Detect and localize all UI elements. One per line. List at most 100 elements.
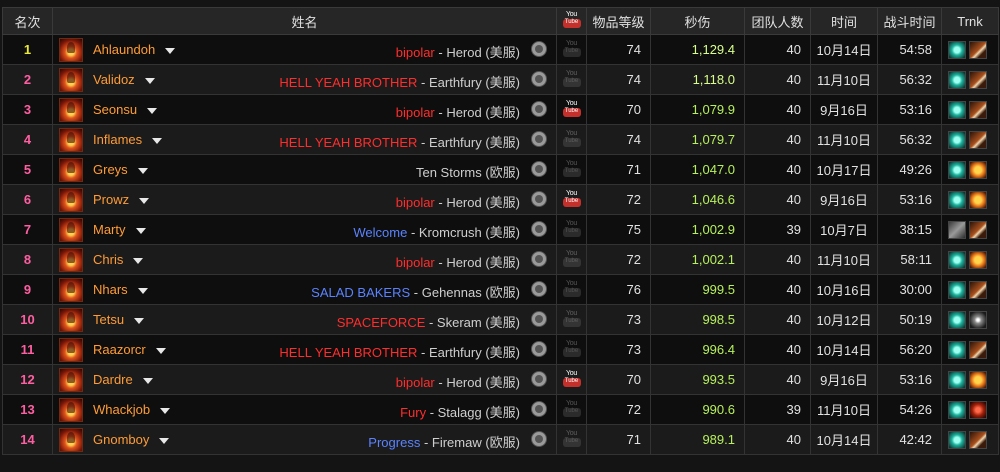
armory-icon[interactable] [531,191,547,207]
player-name[interactable]: Whackjob [93,402,171,417]
guild-name[interactable]: bipolar [396,195,435,210]
trinket-teal-icon[interactable] [948,100,966,119]
chevron-down-icon[interactable] [144,77,155,84]
fire-mage-spec-icon[interactable] [59,38,83,62]
guild-name[interactable]: SALAD BAKERS [311,285,410,300]
fire-mage-spec-icon[interactable] [59,98,83,122]
youtube-icon[interactable]: You Tube [562,370,581,390]
fire-mage-spec-icon[interactable] [59,158,83,182]
trinket-claw-icon[interactable] [969,280,987,299]
fire-mage-spec-icon[interactable] [59,308,83,332]
chevron-down-icon[interactable] [142,377,153,384]
header-trinkets[interactable]: Trnk [941,7,999,35]
armory-icon[interactable] [531,161,547,177]
header-youtube[interactable]: You Tube [556,7,587,35]
player-name[interactable]: Dardre [93,372,153,387]
trinket-claw-icon[interactable] [969,430,987,449]
trinket-red-icon[interactable] [969,400,987,419]
chevron-down-icon[interactable] [147,107,158,114]
fire-mage-spec-icon[interactable] [59,68,83,92]
chevron-down-icon[interactable] [135,227,146,234]
fire-mage-spec-icon[interactable] [59,338,83,362]
guild-name[interactable]: bipolar [396,45,435,60]
chevron-down-icon[interactable] [155,347,166,354]
trinket-claw-icon[interactable] [969,40,987,59]
chevron-down-icon[interactable] [137,287,148,294]
chevron-down-icon[interactable] [160,407,171,414]
player-name[interactable]: Raazorcr [93,342,166,357]
trinket-pumpkin-icon[interactable] [969,190,987,209]
header-dps[interactable]: 秒伤 [650,7,745,35]
guild-name[interactable]: HELL YEAH BROTHER [279,75,417,90]
player-name[interactable]: Inflames [93,132,163,147]
trinket-pumpkin-icon[interactable] [969,370,987,389]
trinket-claw-icon[interactable] [969,220,987,239]
video-cell[interactable]: You Tube [556,184,587,215]
header-ilvl[interactable]: 物品等级 [586,7,651,35]
trinket-teal-icon[interactable] [948,70,966,89]
armory-icon[interactable] [531,431,547,447]
trinket-teal-icon[interactable] [948,40,966,59]
fire-mage-spec-icon[interactable] [59,428,83,452]
fire-mage-spec-icon[interactable] [59,128,83,152]
header-rank[interactable]: 名次 [2,7,53,35]
header-date[interactable]: 时间 [810,7,878,35]
armory-icon[interactable] [531,251,547,267]
player-name[interactable]: Chris [93,252,144,267]
armory-icon[interactable] [531,71,547,87]
header-raid-size[interactable]: 团队人数 [744,7,811,35]
chevron-down-icon[interactable] [134,317,145,324]
fire-mage-spec-icon[interactable] [59,398,83,422]
player-name[interactable]: Tetsu [93,312,145,327]
guild-name[interactable]: Fury [400,405,426,420]
youtube-icon[interactable]: You Tube [562,100,581,120]
guild-name[interactable]: Progress [368,435,420,450]
chevron-down-icon[interactable] [165,47,176,54]
fire-mage-spec-icon[interactable] [59,278,83,302]
fire-mage-spec-icon[interactable] [59,368,83,392]
guild-name[interactable]: bipolar [396,375,435,390]
guild-name[interactable]: HELL YEAH BROTHER [279,345,417,360]
trinket-claw-icon[interactable] [969,130,987,149]
armory-icon[interactable] [531,371,547,387]
trinket-teal-icon[interactable] [948,160,966,179]
trinket-teal-icon[interactable] [948,280,966,299]
trinket-teal-icon[interactable] [948,190,966,209]
guild-name[interactable]: SPACEFORCE [337,315,426,330]
trinket-teal-icon[interactable] [948,340,966,359]
trinket-teal-icon[interactable] [948,250,966,269]
player-name[interactable]: Seonsu [93,102,158,117]
guild-name[interactable]: bipolar [396,255,435,270]
armory-icon[interactable] [531,311,547,327]
fire-mage-spec-icon[interactable] [59,218,83,242]
guild-name[interactable]: HELL YEAH BROTHER [279,135,417,150]
fire-mage-spec-icon[interactable] [59,188,83,212]
chevron-down-icon[interactable] [137,167,148,174]
video-cell[interactable]: You Tube [556,94,587,125]
player-name[interactable]: Nhars [93,282,148,297]
chevron-down-icon[interactable] [159,437,170,444]
trinket-spark-icon[interactable] [969,310,987,329]
player-name[interactable]: Ahlaundoh [93,42,176,57]
player-name[interactable]: Prowz [93,192,150,207]
header-duration[interactable]: 战斗时间 [877,7,942,35]
fire-mage-spec-icon[interactable] [59,248,83,272]
armory-icon[interactable] [531,101,547,117]
armory-icon[interactable] [531,221,547,237]
trinket-gray-icon[interactable] [948,220,966,239]
armory-icon[interactable] [531,281,547,297]
trinket-pumpkin-icon[interactable] [969,250,987,269]
trinket-claw-icon[interactable] [969,70,987,89]
trinket-teal-icon[interactable] [948,130,966,149]
chevron-down-icon[interactable] [133,257,144,264]
trinket-teal-icon[interactable] [948,370,966,389]
armory-icon[interactable] [531,341,547,357]
armory-icon[interactable] [531,401,547,417]
chevron-down-icon[interactable] [139,197,150,204]
guild-name[interactable]: bipolar [396,105,435,120]
video-cell[interactable]: You Tube [556,364,587,395]
player-name[interactable]: Greys [93,162,148,177]
player-name[interactable]: Gnomboy [93,432,170,447]
guild-name[interactable]: Welcome [353,225,407,240]
trinket-claw-icon[interactable] [969,340,987,359]
